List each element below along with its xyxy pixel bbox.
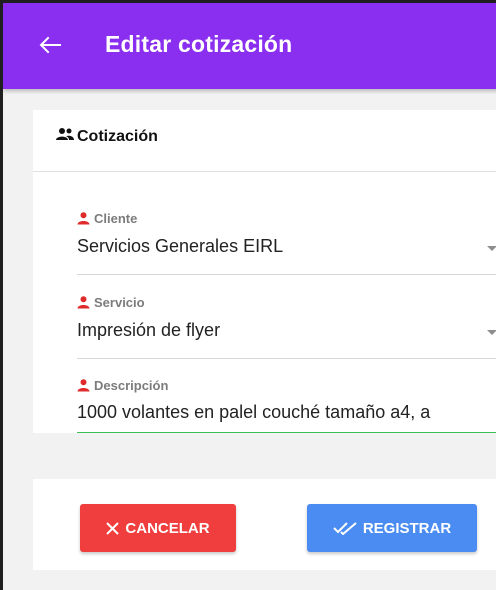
servicio-value: Impresión de flyer [77, 320, 221, 340]
arrow-left-icon [39, 36, 61, 54]
card-header: Cotización [33, 110, 496, 172]
cliente-underline [77, 274, 496, 275]
app-bar: Editar cotización [3, 3, 496, 89]
card-divider-band [33, 433, 496, 479]
servicio-label: Servicio [94, 294, 145, 310]
cancel-button[interactable]: CANCELAR [80, 504, 236, 552]
servicio-select[interactable]: Servicio Impresión de flyer [77, 294, 496, 359]
back-button[interactable] [35, 33, 65, 57]
cancel-label: CANCELAR [125, 519, 210, 537]
app-window: Editar cotización Cotización Cliente Ser… [0, 0, 496, 590]
page-title: Editar cotización [105, 31, 293, 57]
close-icon [106, 521, 120, 535]
servicio-underline [77, 358, 496, 359]
person-icon [77, 295, 90, 308]
card-title: Cotización [77, 128, 158, 145]
servicio-label-row: Servicio [77, 294, 145, 310]
quote-card: Cotización Cliente Servicios Generales E… [33, 110, 496, 570]
cliente-label-row: Cliente [77, 210, 137, 226]
cliente-label: Cliente [94, 210, 138, 226]
cliente-select[interactable]: Cliente Servicios Generales EIRL [77, 210, 496, 275]
register-button[interactable]: REGISTRAR [307, 504, 477, 552]
person-icon [77, 378, 90, 391]
double-check-icon [333, 522, 357, 535]
descripcion-label: Descripción [94, 377, 169, 393]
people-icon [56, 128, 74, 140]
descripcion-input[interactable] [77, 399, 496, 425]
chevron-down-icon [487, 330, 496, 335]
chevron-down-icon [487, 246, 496, 251]
descripcion-field: Descripción [77, 377, 496, 437]
person-icon [77, 211, 90, 224]
descripcion-label-row: Descripción [77, 377, 168, 393]
cliente-value: Servicios Generales EIRL [77, 236, 284, 256]
register-label: REGISTRAR [362, 519, 452, 537]
